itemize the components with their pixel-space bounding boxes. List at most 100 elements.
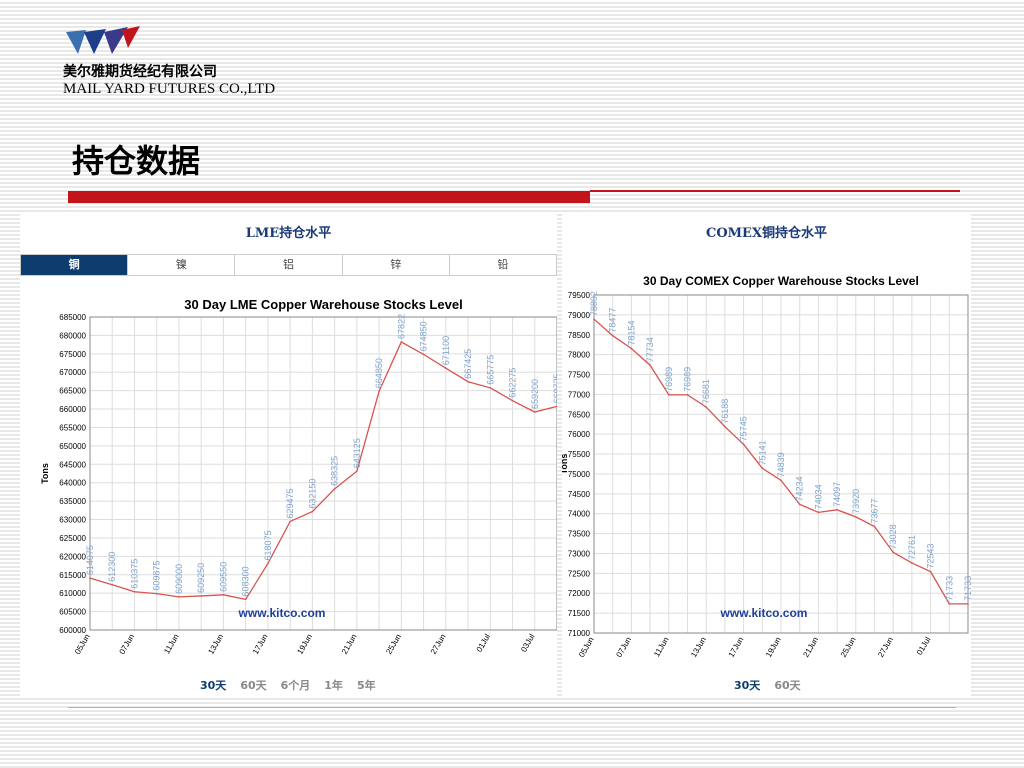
data-point — [267, 562, 269, 565]
x-tick-label: 21Jun — [340, 633, 359, 656]
y-tick-label: 675000 — [59, 350, 86, 359]
range-30-days[interactable]: 30天 — [200, 679, 226, 692]
y-tick-label: 660000 — [59, 405, 86, 414]
comex-panel: COMEX铜持仓水平 30 Day COMEX Copper Warehouse… — [562, 212, 971, 696]
data-point — [356, 470, 358, 472]
y-tick-label: 71500 — [568, 609, 591, 618]
data-label: 659200 — [530, 379, 540, 409]
data-point — [400, 341, 403, 343]
y-tick-label: 77500 — [568, 371, 591, 380]
data-point — [798, 503, 801, 506]
data-label: 76989 — [664, 367, 674, 392]
data-label: 74234 — [795, 476, 805, 501]
data-label: 74839 — [776, 452, 786, 477]
data-point — [89, 577, 91, 579]
x-tick-label: 03Jul — [519, 632, 536, 653]
data-label: 67822 — [396, 314, 406, 339]
data-label: 77734 — [645, 337, 655, 362]
y-tick-label: 620000 — [59, 552, 86, 561]
data-label: 609550 — [218, 562, 228, 592]
data-label: 78154 — [626, 320, 636, 345]
data-point — [817, 511, 820, 514]
x-tick-label: 05Jun — [577, 636, 596, 659]
y-tick-label: 630000 — [59, 516, 86, 525]
data-label: 671100 — [441, 336, 451, 365]
data-point — [445, 367, 447, 369]
tab-aluminum[interactable]: 铝 — [234, 255, 342, 275]
data-label: 612300 — [107, 552, 117, 582]
y-tick-label: 79500 — [568, 291, 591, 300]
comex-copper-chart: 30 Day COMEX Copper Warehouse Stocks Lev… — [562, 274, 971, 659]
company-logo — [66, 26, 140, 54]
data-label: 629475 — [285, 488, 295, 518]
data-label: 610375 — [129, 559, 139, 589]
data-label: 643125 — [352, 438, 362, 468]
data-point — [724, 425, 726, 428]
title-underline-bar — [68, 191, 590, 203]
data-label: 608300 — [241, 566, 251, 596]
chart-title: 30 Day COMEX Copper Warehouse Stocks Lev… — [643, 274, 919, 288]
data-label: 664850 — [374, 358, 384, 388]
data-point — [892, 551, 894, 554]
data-label: 71733 — [944, 576, 954, 601]
y-tick-label: 670000 — [59, 368, 86, 377]
data-label: 609875 — [152, 561, 162, 591]
range-5-years[interactable]: 5年 — [357, 679, 376, 692]
y-tick-label: 625000 — [59, 534, 86, 543]
y-tick-label: 75000 — [568, 470, 591, 479]
x-tick-label: 13Jun — [206, 633, 225, 656]
data-label: 618075 — [263, 530, 273, 560]
data-label: 71733 — [963, 576, 971, 601]
tab-zinc[interactable]: 锌 — [341, 255, 449, 275]
data-point — [311, 510, 314, 513]
comex-range-selector: 30天 60天 — [734, 677, 815, 693]
range-1-year[interactable]: 1年 — [324, 679, 343, 692]
lme-panel-title: LME持仓水平 — [245, 226, 332, 241]
data-label: 74097 — [832, 482, 842, 507]
page-title: 持仓数据 — [72, 142, 201, 180]
data-point — [422, 353, 425, 356]
tab-lead[interactable]: 铅 — [448, 255, 557, 275]
data-label: 75141 — [757, 440, 767, 465]
data-point — [111, 583, 114, 586]
range-6-months[interactable]: 6个月 — [281, 679, 311, 692]
data-label: 74034 — [813, 484, 823, 509]
data-point — [378, 390, 380, 392]
data-point — [593, 318, 595, 320]
data-label: 609000 — [174, 564, 184, 594]
y-tick-label: 635000 — [59, 497, 86, 506]
y-tick-label: 74000 — [568, 510, 591, 519]
y-tick-label: 73500 — [568, 530, 591, 539]
data-point — [489, 386, 492, 389]
data-point — [289, 520, 291, 523]
data-point — [511, 399, 514, 402]
range-60-days[interactable]: 60天 — [240, 679, 266, 692]
y-tick-label: 76000 — [568, 430, 591, 439]
range-30-days[interactable]: 30天 — [734, 679, 760, 692]
data-point — [533, 411, 536, 413]
y-tick-label: 645000 — [59, 460, 86, 469]
x-tick-label: 01Jul — [475, 632, 492, 653]
data-point — [200, 595, 202, 597]
data-point — [836, 509, 838, 511]
data-point — [668, 394, 670, 396]
data-point — [911, 562, 913, 564]
data-label: 78477 — [608, 308, 618, 333]
x-tick-label: 07Jun — [118, 633, 137, 656]
data-point — [855, 516, 857, 518]
data-point — [178, 596, 180, 598]
metal-tabs: 铜 镍 铝 锌 铅 — [20, 254, 557, 276]
kitco-watermark: www.kitco.com — [720, 606, 808, 620]
data-point — [649, 364, 651, 367]
data-point — [630, 347, 633, 350]
data-label: 609250 — [196, 563, 206, 593]
company-name-cn: 美尔雅期货经纪有限公司 — [63, 64, 217, 80]
data-label: 665775 — [485, 355, 495, 385]
data-label: 660725 — [552, 373, 557, 403]
tab-nickel[interactable]: 镍 — [127, 255, 235, 275]
x-tick-label: 19Jun — [295, 633, 314, 656]
chart-title: 30 Day LME Copper Warehouse Stocks Level — [184, 297, 462, 312]
tab-copper[interactable]: 铜 — [21, 255, 128, 275]
range-60-days[interactable]: 60天 — [774, 679, 800, 692]
y-axis-label: Tons — [562, 454, 569, 475]
